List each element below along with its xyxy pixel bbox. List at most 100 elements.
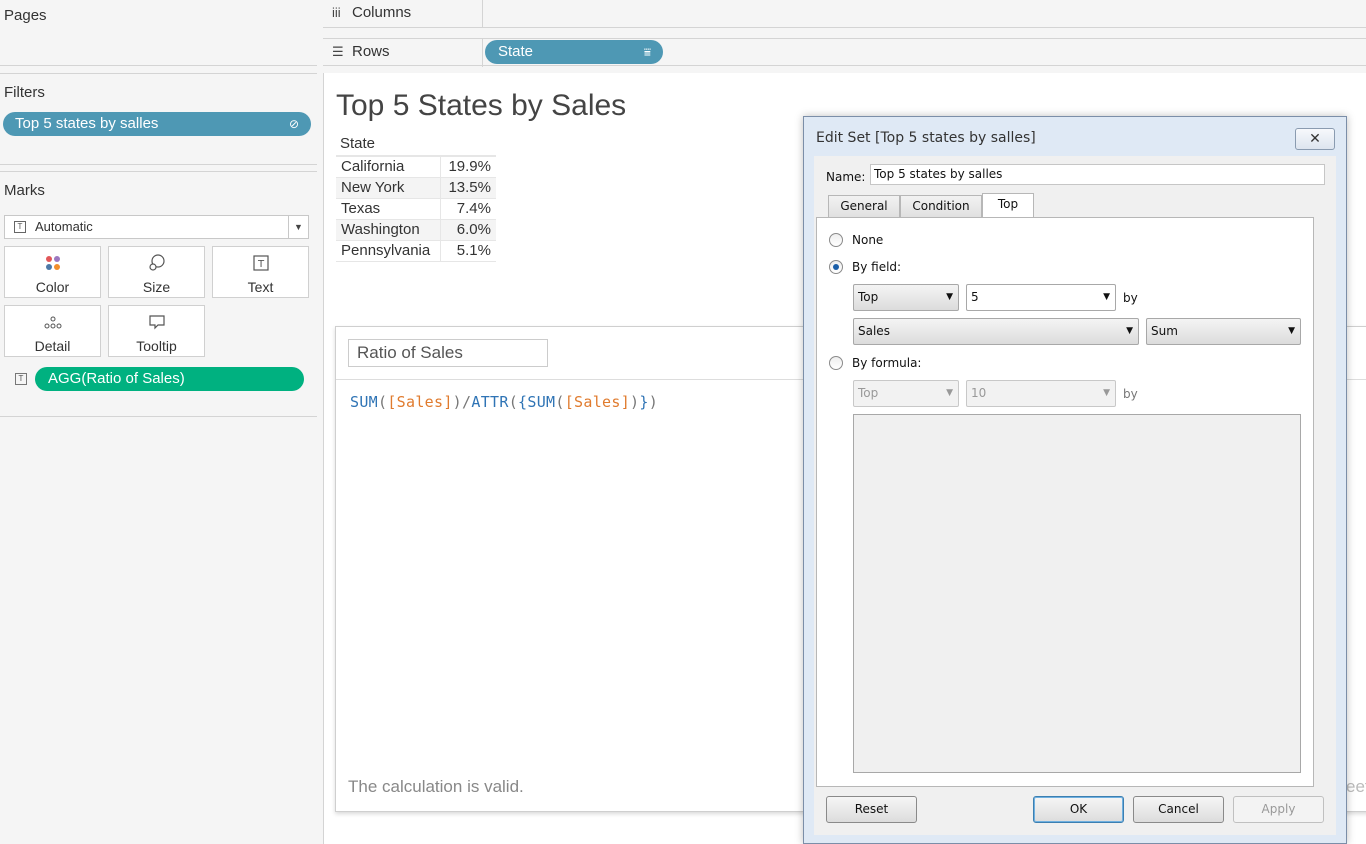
- text-button[interactable]: T Text: [212, 246, 309, 298]
- ratio-of-sales-pill[interactable]: AGG(Ratio of Sales): [35, 367, 304, 391]
- ok-button[interactable]: OK: [1033, 796, 1124, 823]
- formula-token: ): [630, 393, 640, 411]
- reset-label: Reset: [854, 802, 889, 816]
- apply-label: Apply: [1261, 802, 1296, 816]
- formula-top-bottom-select[interactable]: Top ▼: [853, 380, 959, 407]
- size-label: Size: [142, 279, 171, 295]
- shelf-divider: [482, 0, 483, 28]
- set-icon: ⊘: [288, 117, 299, 131]
- color-button[interactable]: Color: [4, 246, 101, 298]
- field-select[interactable]: Sales ▼: [853, 318, 1139, 345]
- none-label: None: [852, 233, 884, 247]
- top-bottom-select[interactable]: Top ▼: [853, 284, 959, 311]
- formula-token: (: [555, 393, 565, 411]
- set-name-input[interactable]: Top 5 states by salles: [870, 164, 1325, 185]
- chevron-down-icon: ▼: [946, 388, 953, 398]
- rows-shelf[interactable]: ☰ Rows State ⩸: [323, 38, 1366, 67]
- formula-token: (: [508, 393, 519, 411]
- by-formula-radio[interactable]: [829, 356, 843, 370]
- filter-pill-label: Top 5 states by salles: [15, 115, 159, 132]
- table-row[interactable]: California 19.9%: [336, 156, 496, 177]
- state-cell: California: [341, 158, 405, 175]
- dialog-body: Name: Top 5 states by salles General Con…: [814, 156, 1336, 835]
- close-button[interactable]: ✕: [1295, 128, 1335, 150]
- none-radio[interactable]: [829, 233, 843, 247]
- chevron-down-icon: ▼: [1288, 326, 1295, 336]
- field-value: Sales: [858, 324, 890, 338]
- table-row[interactable]: Pennsylvania 5.1%: [336, 240, 496, 261]
- tooltip-button[interactable]: Tooltip: [108, 305, 205, 357]
- calc-name-input[interactable]: Ratio of Sales: [348, 339, 548, 367]
- reset-button[interactable]: Reset: [826, 796, 917, 823]
- table-row[interactable]: Washington 6.0%: [336, 219, 496, 240]
- aggregation-value: Sum: [1151, 324, 1178, 338]
- table-row[interactable]: New York 13.5%: [336, 177, 496, 198]
- tab-general-label: General: [840, 199, 888, 213]
- count-combo[interactable]: 5 ▼: [966, 284, 1116, 311]
- text-mark-icon: T: [14, 221, 26, 233]
- by-formula-label: By formula:: [852, 356, 922, 370]
- shelf-divider: [482, 39, 483, 67]
- size-button[interactable]: Size: [108, 246, 205, 298]
- cancel-label: Cancel: [1158, 802, 1199, 816]
- value-cell: 6.0%: [456, 221, 491, 238]
- pages-title: Pages: [4, 7, 47, 24]
- apply-button[interactable]: Apply: [1233, 796, 1324, 823]
- table-row[interactable]: Texas 7.4%: [336, 198, 496, 219]
- by-label: by: [1123, 291, 1138, 305]
- detail-label: Detail: [34, 338, 71, 354]
- calc-status-text: The calculation is valid.: [348, 777, 524, 796]
- formula-token: ): [648, 393, 659, 411]
- text-encoding-icon: T: [15, 373, 27, 385]
- by-field-label: By field:: [852, 260, 902, 274]
- mark-type-dropdown[interactable]: T Automatic ▼: [4, 215, 309, 239]
- ratio-pill-label: AGG(Ratio of Sales): [48, 370, 185, 387]
- view-title: Top 5 States by Sales: [336, 89, 627, 122]
- formula-count-combo[interactable]: 10 ▼: [966, 380, 1116, 407]
- formula-token: }: [639, 393, 649, 411]
- formula-token: [Sales]: [564, 393, 631, 411]
- formula-token: ): [452, 393, 463, 411]
- aggregation-select[interactable]: Sum ▼: [1146, 318, 1301, 345]
- tooltip-label: Tooltip: [136, 338, 177, 354]
- state-cell: Texas: [341, 200, 381, 217]
- tab-top-label: Top: [997, 197, 1019, 211]
- color-icon: [5, 253, 100, 277]
- tab-general[interactable]: General: [828, 195, 900, 217]
- text-label: Text: [247, 279, 274, 295]
- tooltip-icon: [109, 312, 204, 336]
- columns-shelf-label: iii Columns: [332, 4, 411, 21]
- color-label: Color: [35, 279, 70, 295]
- value-cell: 13.5%: [448, 179, 491, 196]
- detail-button[interactable]: Detail: [4, 305, 101, 357]
- edit-set-dialog: Edit Set [Top 5 states by salles] ✕ Name…: [803, 116, 1347, 844]
- rows-icon: ☰: [332, 44, 344, 59]
- chevron-down-icon: ▼: [1103, 292, 1110, 302]
- filters-card: Filters Top 5 states by salles ⊘: [0, 73, 317, 165]
- svg-text:T: T: [256, 259, 264, 270]
- value-cell: 7.4%: [456, 200, 491, 217]
- tab-top[interactable]: Top: [982, 193, 1034, 218]
- columns-shelf[interactable]: iii Columns: [323, 0, 1366, 28]
- formula-token: /: [462, 393, 472, 411]
- ok-label: OK: [1069, 802, 1088, 816]
- columns-icon: iii: [332, 5, 341, 20]
- columns-label: Columns: [352, 4, 412, 21]
- table-divider: [336, 261, 496, 262]
- close-icon: ✕: [1309, 131, 1321, 147]
- formula-editor[interactable]: SUM([Sales])/ATTR({SUM([Sales])}): [350, 393, 658, 411]
- detail-icon: [5, 312, 100, 336]
- rows-shelf-label: ☰ Rows: [332, 43, 390, 60]
- filter-pill[interactable]: Top 5 states by salles ⊘: [3, 112, 311, 136]
- cancel-button[interactable]: Cancel: [1133, 796, 1224, 823]
- tab-condition[interactable]: Condition: [900, 195, 982, 217]
- state-pill[interactable]: State ⩸: [485, 40, 663, 64]
- state-cell: Pennsylvania: [341, 242, 431, 259]
- chevron-down-icon: ▼: [288, 216, 308, 238]
- chevron-down-icon: ▼: [1103, 388, 1110, 398]
- text-icon: T: [213, 253, 308, 277]
- by-field-radio[interactable]: [829, 260, 843, 274]
- formula-input-area[interactable]: [853, 414, 1301, 773]
- name-label: Name:: [826, 170, 866, 184]
- chevron-down-icon: ▼: [1126, 326, 1133, 336]
